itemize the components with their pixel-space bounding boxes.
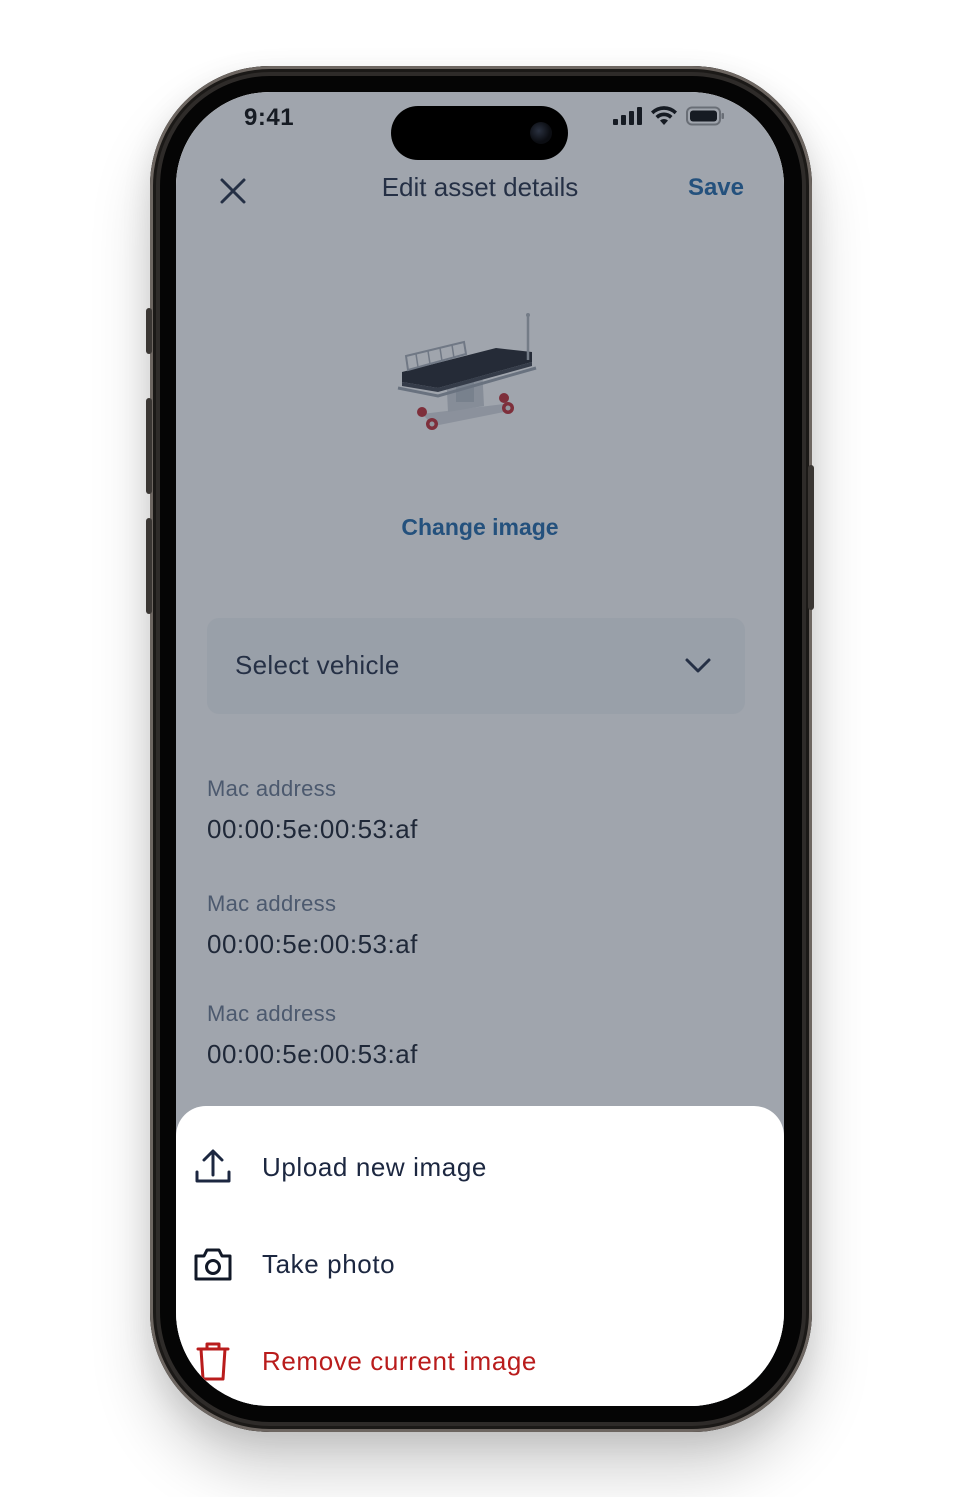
image-options-sheet: Upload new image Take photo Remove curre…	[176, 1106, 784, 1406]
dynamic-island	[391, 106, 568, 160]
sheet-item-label: Take photo	[262, 1248, 396, 1279]
power-button	[808, 465, 814, 610]
camera-icon	[194, 1248, 232, 1281]
phone-screen: 9:41 Edit asset details Save Change imag…	[176, 92, 784, 1406]
upload-icon	[195, 1149, 231, 1183]
remove-current-image-option[interactable]: Remove current image	[176, 1326, 784, 1396]
sheet-item-label: Upload new image	[262, 1151, 487, 1182]
volume-up-button	[146, 398, 152, 494]
volume-down-button	[146, 518, 152, 614]
take-photo-option[interactable]: Take photo	[176, 1229, 784, 1299]
trash-icon	[196, 1342, 230, 1381]
action-button	[146, 308, 152, 354]
upload-new-image-option[interactable]: Upload new image	[176, 1132, 784, 1202]
front-camera	[530, 122, 552, 144]
sheet-item-label: Remove current image	[262, 1345, 537, 1376]
